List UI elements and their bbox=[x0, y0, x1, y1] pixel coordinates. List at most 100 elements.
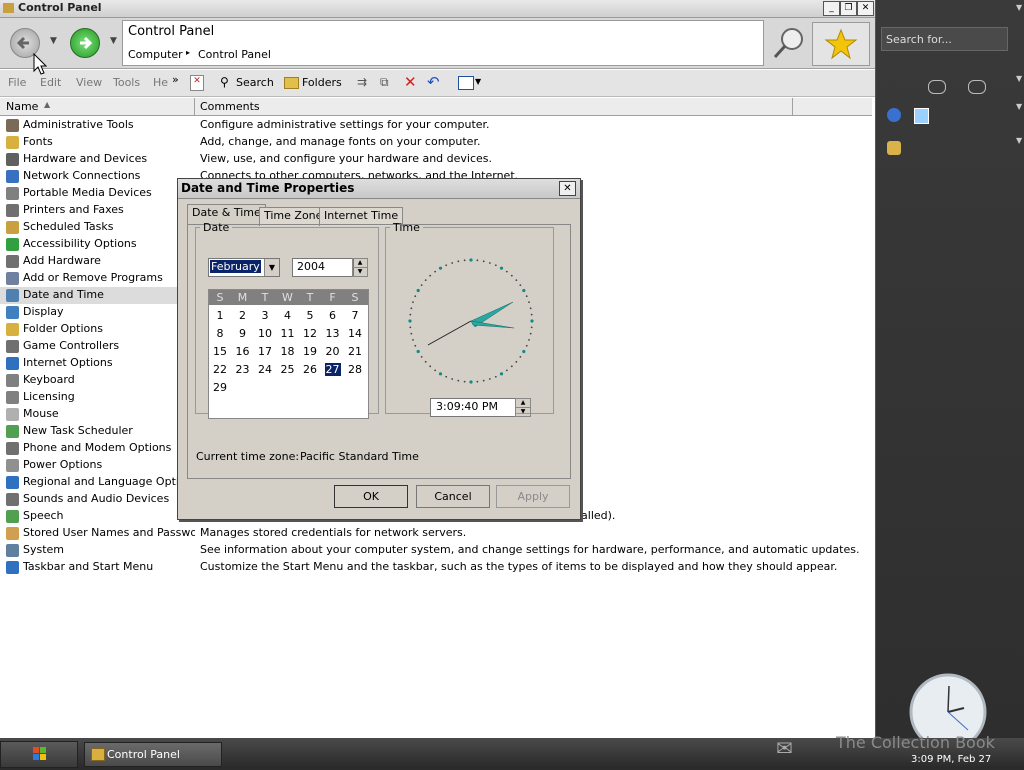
minimize-button[interactable]: _ bbox=[823, 1, 840, 16]
calendar-day[interactable]: 9 bbox=[232, 327, 254, 340]
copy-to-icon[interactable]: ⧉ bbox=[380, 75, 389, 90]
column-header-comments[interactable]: Comments bbox=[200, 100, 260, 113]
time-input[interactable]: 3:09:40 PM bbox=[430, 398, 516, 417]
calendar-day[interactable]: 1 bbox=[209, 309, 231, 322]
list-item[interactable]: Hardware and Devices bbox=[0, 151, 194, 168]
calendar-day[interactable]: 11 bbox=[277, 327, 299, 340]
calendar-day[interactable]: 13 bbox=[322, 327, 344, 340]
network-gadget-icon[interactable] bbox=[887, 108, 901, 122]
calendar-day[interactable]: 6 bbox=[322, 309, 344, 322]
calendar-day[interactable]: 27 bbox=[324, 363, 341, 376]
menu-file[interactable]: File bbox=[8, 76, 26, 89]
calendar-day[interactable]: 10 bbox=[254, 327, 276, 340]
column-divider[interactable] bbox=[194, 98, 195, 115]
gadget-menu-icon[interactable]: ▼ bbox=[1016, 102, 1022, 111]
calendar-day[interactable]: 8 bbox=[209, 327, 231, 340]
breadcrumb-computer[interactable]: Computer bbox=[128, 48, 183, 61]
gadget-menu-icon[interactable]: ▼ bbox=[1016, 136, 1022, 145]
move-to-icon[interactable]: ⇉ bbox=[357, 75, 367, 89]
search-input[interactable]: Search for... bbox=[881, 27, 1008, 51]
list-item[interactable]: Sounds and Audio Devices bbox=[0, 491, 194, 508]
calendar-day[interactable]: 7 bbox=[344, 309, 366, 322]
menu-view[interactable]: View bbox=[76, 76, 102, 89]
calendar-day[interactable]: 15 bbox=[209, 345, 231, 358]
calendar-day[interactable]: 19 bbox=[299, 345, 321, 358]
calendar-day[interactable]: 4 bbox=[277, 309, 299, 322]
keys-gadget-icon[interactable] bbox=[887, 141, 901, 155]
search-toolbar-button[interactable]: Search bbox=[236, 76, 274, 89]
chevron-down-icon[interactable]: ▼ bbox=[264, 259, 279, 276]
delete-red-icon[interactable]: ✕ bbox=[404, 73, 417, 91]
menu-tools[interactable]: Tools bbox=[113, 76, 140, 89]
calendar-day[interactable]: 29 bbox=[209, 381, 231, 394]
window-titlebar[interactable]: Control Panel _ ❐ ✕ bbox=[0, 0, 875, 18]
column-divider[interactable] bbox=[792, 98, 793, 115]
list-item[interactable]: New Task Scheduler bbox=[0, 423, 194, 440]
gadget-menu-icon[interactable]: ▼ bbox=[1016, 74, 1022, 83]
calendar-day[interactable]: 16 bbox=[232, 345, 254, 358]
list-item[interactable]: Scheduled Tasks bbox=[0, 219, 194, 236]
year-input[interactable]: 2004 bbox=[292, 258, 354, 277]
views-dropdown-icon[interactable]: ▼ bbox=[475, 77, 481, 86]
undo-icon[interactable]: ↶ bbox=[427, 73, 440, 91]
list-item[interactable]: Add Hardware bbox=[0, 253, 194, 270]
list-item[interactable]: Regional and Language Options bbox=[0, 474, 198, 491]
list-item[interactable]: Portable Media Devices bbox=[0, 185, 194, 202]
address-bar[interactable]: Control Panel Computer ▸ Control Panel bbox=[122, 20, 764, 66]
month-select[interactable]: February ▼ bbox=[208, 258, 280, 277]
list-item[interactable]: Power Options bbox=[0, 457, 194, 474]
calendar-day[interactable]: 25 bbox=[277, 363, 299, 376]
maximize-button[interactable]: ❐ bbox=[840, 1, 857, 16]
apply-button[interactable]: Apply bbox=[496, 485, 570, 508]
time-down-icon[interactable]: ▼ bbox=[515, 407, 531, 417]
menu-help[interactable]: He bbox=[153, 76, 168, 89]
calendar-day[interactable]: 26 bbox=[299, 363, 321, 376]
calendar-day[interactable]: 23 bbox=[232, 363, 254, 376]
taskbar-item-control-panel[interactable]: Control Panel bbox=[84, 742, 222, 767]
list-item[interactable]: Display bbox=[0, 304, 194, 321]
list-item[interactable]: Mouse bbox=[0, 406, 194, 423]
calendar-day[interactable]: 14 bbox=[344, 327, 366, 340]
list-item[interactable]: Game Controllers bbox=[0, 338, 194, 355]
list-item[interactable]: Stored User Names and Passwords bbox=[0, 525, 214, 542]
column-header-name[interactable]: Name bbox=[6, 100, 38, 113]
comment-icon[interactable] bbox=[928, 80, 946, 94]
dialog-close-button[interactable]: ✕ bbox=[559, 181, 576, 196]
close-button[interactable]: ✕ bbox=[857, 1, 874, 16]
comment-icon[interactable] bbox=[968, 80, 986, 94]
document-gadget-icon[interactable] bbox=[914, 108, 929, 124]
menu-overflow[interactable]: » bbox=[172, 73, 179, 86]
sidebar-menu-icon[interactable]: ▼ bbox=[1016, 3, 1022, 12]
forward-history-icon[interactable]: ▼ bbox=[110, 36, 117, 46]
list-item[interactable]: Accessibility Options bbox=[0, 236, 194, 253]
calendar-day[interactable]: 2 bbox=[232, 309, 254, 322]
calendar-day[interactable]: 17 bbox=[254, 345, 276, 358]
calendar-day[interactable]: 20 bbox=[322, 345, 344, 358]
calendar-day[interactable]: 5 bbox=[299, 309, 321, 322]
breadcrumb-control-panel[interactable]: Control Panel bbox=[198, 48, 271, 61]
list-item[interactable]: Internet Options bbox=[0, 355, 194, 372]
dialog-titlebar[interactable]: Date and Time Properties ✕ bbox=[178, 179, 580, 199]
calendar-day[interactable]: 12 bbox=[299, 327, 321, 340]
forward-button[interactable] bbox=[70, 28, 100, 58]
calendar-day[interactable]: 22 bbox=[209, 363, 231, 376]
list-item[interactable]: Phone and Modem Options bbox=[0, 440, 194, 457]
list-item[interactable]: Licensing bbox=[0, 389, 194, 406]
list-item[interactable]: Add or Remove Programs bbox=[0, 270, 194, 287]
cancel-button[interactable]: Cancel bbox=[416, 485, 490, 508]
folders-toolbar-button[interactable]: Folders bbox=[302, 76, 342, 89]
menu-edit[interactable]: Edit bbox=[40, 76, 61, 89]
calendar[interactable]: SMTWTFS 1 2 3 4 5 6 7 8 9 10 11 12 13 14 15 16 17 18 19 20 2… bbox=[208, 289, 369, 419]
list-item[interactable]: System bbox=[0, 542, 194, 559]
calendar-day[interactable]: 28 bbox=[344, 363, 366, 376]
calendar-day[interactable]: 3 bbox=[254, 309, 276, 322]
calendar-day[interactable]: 18 bbox=[277, 345, 299, 358]
list-item[interactable]: Administrative Tools bbox=[0, 117, 194, 134]
list-item[interactable]: Printers and Faxes bbox=[0, 202, 194, 219]
favorites-button[interactable] bbox=[812, 22, 870, 66]
list-item[interactable]: Taskbar and Start Menu bbox=[0, 559, 194, 576]
calendar-day[interactable]: 24 bbox=[254, 363, 276, 376]
back-history-icon[interactable]: ▼ bbox=[50, 36, 57, 46]
search-button[interactable] bbox=[766, 22, 810, 64]
delete-icon[interactable]: ✕ bbox=[190, 75, 204, 91]
